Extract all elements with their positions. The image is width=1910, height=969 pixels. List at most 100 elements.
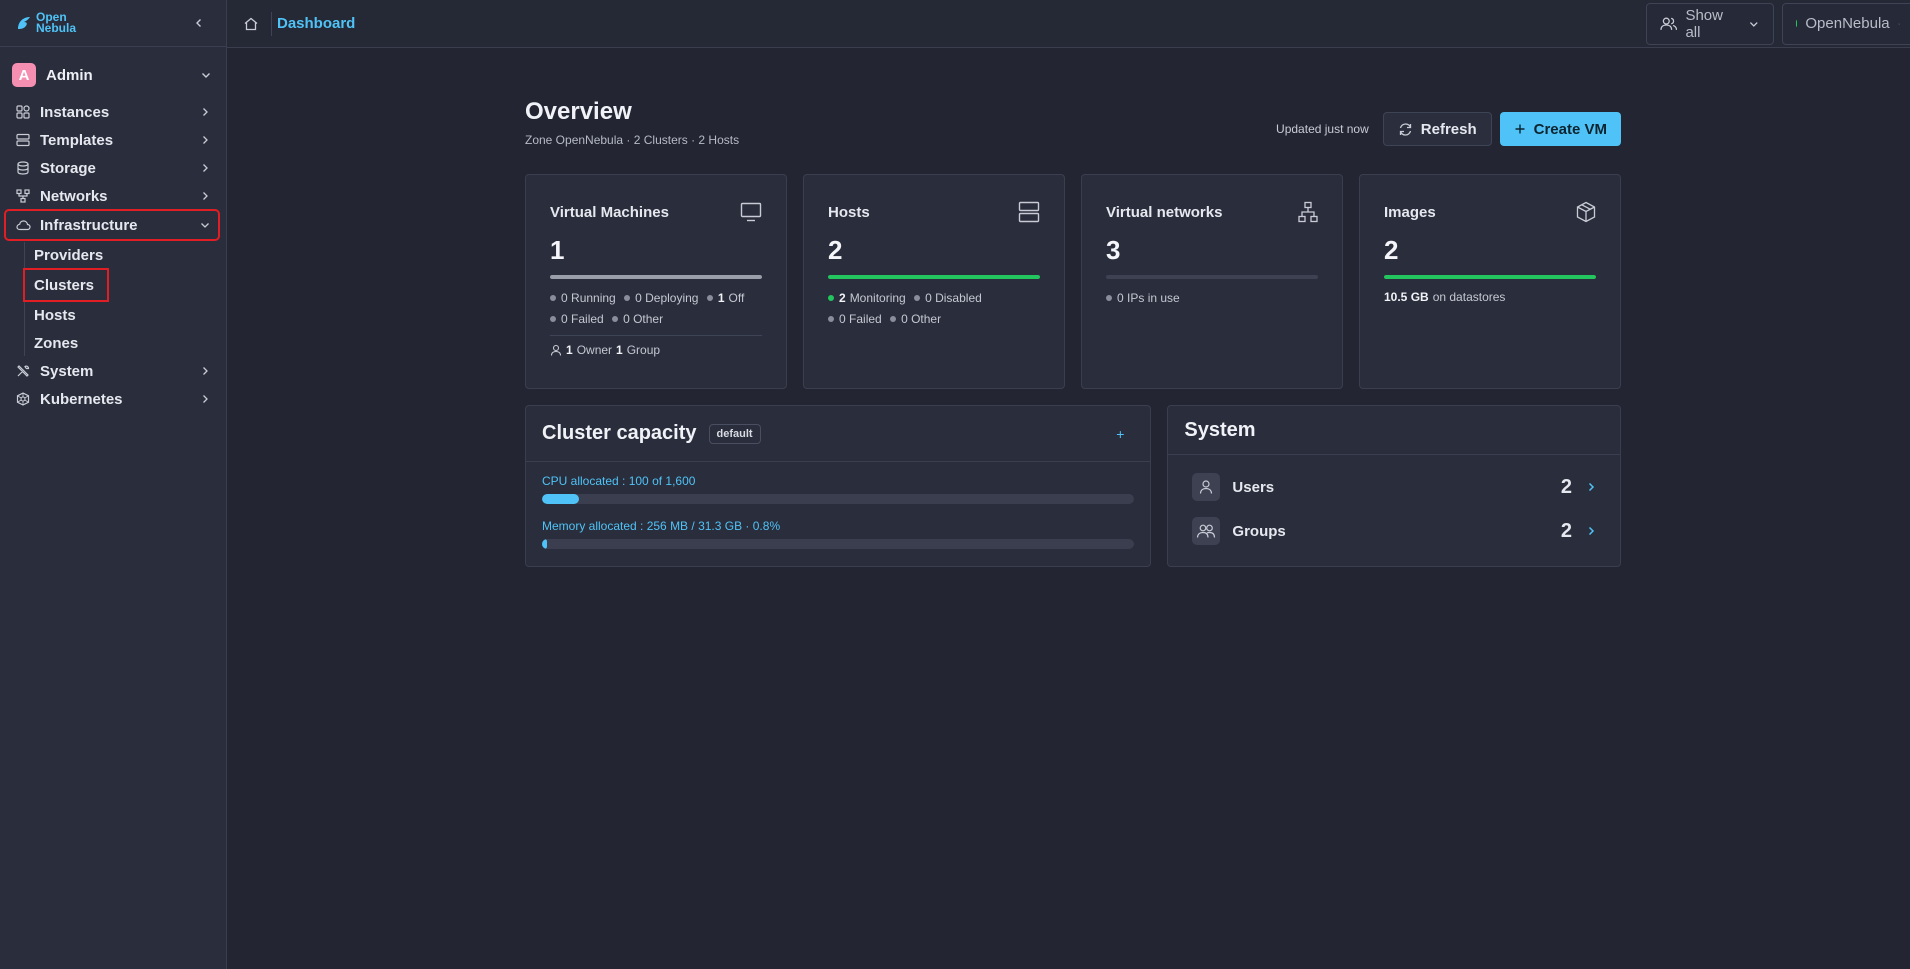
vnets-card[interactable]: Virtual networks 3 0 IPs in use	[1081, 174, 1343, 389]
zone-selector[interactable]: OpenNebula	[1782, 2, 1910, 45]
vm-card[interactable]: Virtual Machines 1 0 Running 0 Deploying…	[525, 174, 787, 389]
refresh-button[interactable]: Refresh	[1382, 112, 1492, 146]
chevron-left-icon	[196, 19, 201, 27]
group-filter-button[interactable]: Show all	[1646, 2, 1774, 45]
hosts-stats: 2 Monitoring 0 Disabled 0 Failed 0 Other	[828, 287, 1040, 329]
sidebar-item-label: Instances	[40, 103, 110, 121]
cluster-capacity-header: Cluster capacity default +	[526, 406, 1151, 462]
chevron-right-icon	[203, 367, 208, 375]
vm-count: 1	[550, 235, 565, 265]
user-name: Admin	[46, 66, 93, 84]
vm-status-bar	[550, 275, 762, 279]
topbar: Dashboard Show all OpenNebula	[227, 0, 1910, 48]
vm-ownership: 1 Owner 1 Group	[550, 335, 762, 357]
sidebar-item-storage[interactable]: Storage	[6, 155, 218, 181]
sidebar-header: Open Nebula	[0, 0, 226, 47]
vnets-usage-bar	[1106, 275, 1318, 279]
memory-allocated-label: Memory allocated : 256 MB / 31.3 GB · 0.…	[542, 519, 781, 533]
memory-allocated-bar	[542, 539, 1135, 549]
images-count: 2	[1384, 235, 1399, 265]
users-icon	[1660, 17, 1678, 30]
sidebar-item-zones[interactable]: Zones	[33, 330, 110, 356]
sidebar-item-instances[interactable]: Instances	[6, 99, 218, 125]
hosts-card[interactable]: Hosts 2 2 Monitoring 0 Disabled 0 Failed …	[803, 174, 1065, 389]
show-all-label: Show all	[1685, 6, 1723, 41]
collapse-sidebar-button[interactable]	[188, 12, 210, 34]
system-row-groups[interactable]: Groups 2	[1192, 509, 1596, 553]
overview-header: Overview Zone OpenNebula · 2 Clusters · …	[525, 98, 1621, 160]
home-icon	[244, 17, 258, 30]
sidebar: Open Nebula A Admin Instances Templates	[0, 0, 227, 969]
users-icon	[1192, 517, 1221, 545]
vm-stats: 0 Running 0 Deploying 1 Off 0 Failed 0 Ot…	[550, 287, 762, 329]
add-cluster-button[interactable]: +	[1116, 426, 1124, 442]
card-title: Virtual networks	[1106, 203, 1223, 221]
hosts-status-bar-fill	[828, 275, 1040, 279]
vm-running-label: Running	[571, 291, 616, 305]
home-button[interactable]	[241, 14, 261, 34]
sidebar-item-networks[interactable]: Networks	[6, 183, 218, 209]
vm-off-count: 1	[717, 291, 725, 305]
chevron-right-icon	[203, 108, 208, 116]
opennebula-logo-icon	[18, 17, 30, 29]
create-vm-button[interactable]: Create VM	[1499, 112, 1621, 146]
hosts-failed-count: 0	[839, 312, 846, 326]
chevron-right-icon	[203, 192, 208, 200]
user-menu[interactable]: A Admin	[0, 51, 226, 99]
create-vm-label: Create VM	[1533, 120, 1607, 138]
system-row-users[interactable]: Users 2	[1192, 465, 1596, 509]
cloud-icon	[15, 217, 31, 233]
system-body: Users 2 Groups 2	[1168, 455, 1620, 553]
package-icon	[1576, 201, 1596, 223]
vm-off-label: Off	[728, 291, 745, 305]
hosts-failed-label: Failed	[849, 312, 882, 326]
templates-icon	[15, 132, 31, 148]
logo-text: Open Nebula	[36, 11, 77, 35]
sidebar-item-label: Storage	[40, 159, 96, 177]
kubernetes-icon	[15, 391, 31, 407]
network-topology-icon	[1298, 201, 1318, 223]
instances-icon	[15, 104, 31, 120]
ips-label: IPs in use	[1127, 291, 1180, 305]
group-count: 1	[616, 343, 623, 357]
updated-status: Updated just now	[1276, 122, 1369, 136]
system-row-value: 2	[1560, 519, 1572, 542]
chevron-down-icon	[1898, 23, 1900, 25]
cpu-allocated-label: CPU allocated : 100 of 1,600	[542, 474, 696, 488]
card-title: Virtual Machines	[550, 203, 669, 221]
breadcrumb[interactable]: Dashboard	[277, 15, 355, 32]
owner-label: Owner	[576, 343, 613, 357]
page-subtitle: Zone OpenNebula · 2 Clusters · 2 Hosts	[525, 133, 740, 147]
lower-panels: Cluster capacity default + CPU allocated…	[525, 405, 1621, 567]
sidebar-item-label: Infrastructure	[40, 216, 138, 234]
images-status-bar	[1384, 275, 1596, 279]
sidebar-item-infrastructure[interactable]: Infrastructure	[4, 209, 220, 241]
topbar-divider	[271, 11, 272, 36]
images-card[interactable]: Images 2 10.5 GB on datastores	[1359, 174, 1621, 389]
images-size-label: on datastores	[1432, 290, 1506, 304]
sidebar-item-label: Networks	[40, 187, 108, 205]
opennebula-logo[interactable]: Open Nebula	[16, 11, 77, 35]
vm-other-count: 0	[623, 312, 630, 326]
vm-status-bar-fill	[550, 275, 762, 279]
hosts-other-label: Other	[911, 312, 942, 326]
group-label: Group	[626, 343, 661, 357]
sidebar-item-hosts[interactable]: Hosts	[33, 302, 110, 328]
hosts-status-bar	[828, 275, 1040, 279]
logo-line2: Nebula	[36, 21, 77, 35]
memory-allocated-fill	[542, 539, 547, 549]
chevron-down-icon	[202, 73, 210, 78]
chevron-right-icon	[203, 136, 208, 144]
sidebar-item-system[interactable]: System	[6, 358, 218, 384]
sidebar-item-templates[interactable]: Templates	[6, 127, 218, 153]
avatar: A	[12, 63, 36, 87]
vm-deploying-count: 0	[635, 291, 642, 305]
sidebar-item-clusters[interactable]: Clusters	[23, 268, 109, 302]
hosts-monitoring-count: 2	[839, 291, 846, 305]
networks-icon	[15, 188, 31, 204]
server-icon	[1018, 201, 1040, 223]
images-size: 10.5 GB	[1384, 290, 1429, 304]
sidebar-item-providers[interactable]: Providers	[33, 242, 110, 268]
card-title: Images	[1384, 203, 1436, 221]
sidebar-item-kubernetes[interactable]: Kubernetes	[6, 386, 218, 412]
